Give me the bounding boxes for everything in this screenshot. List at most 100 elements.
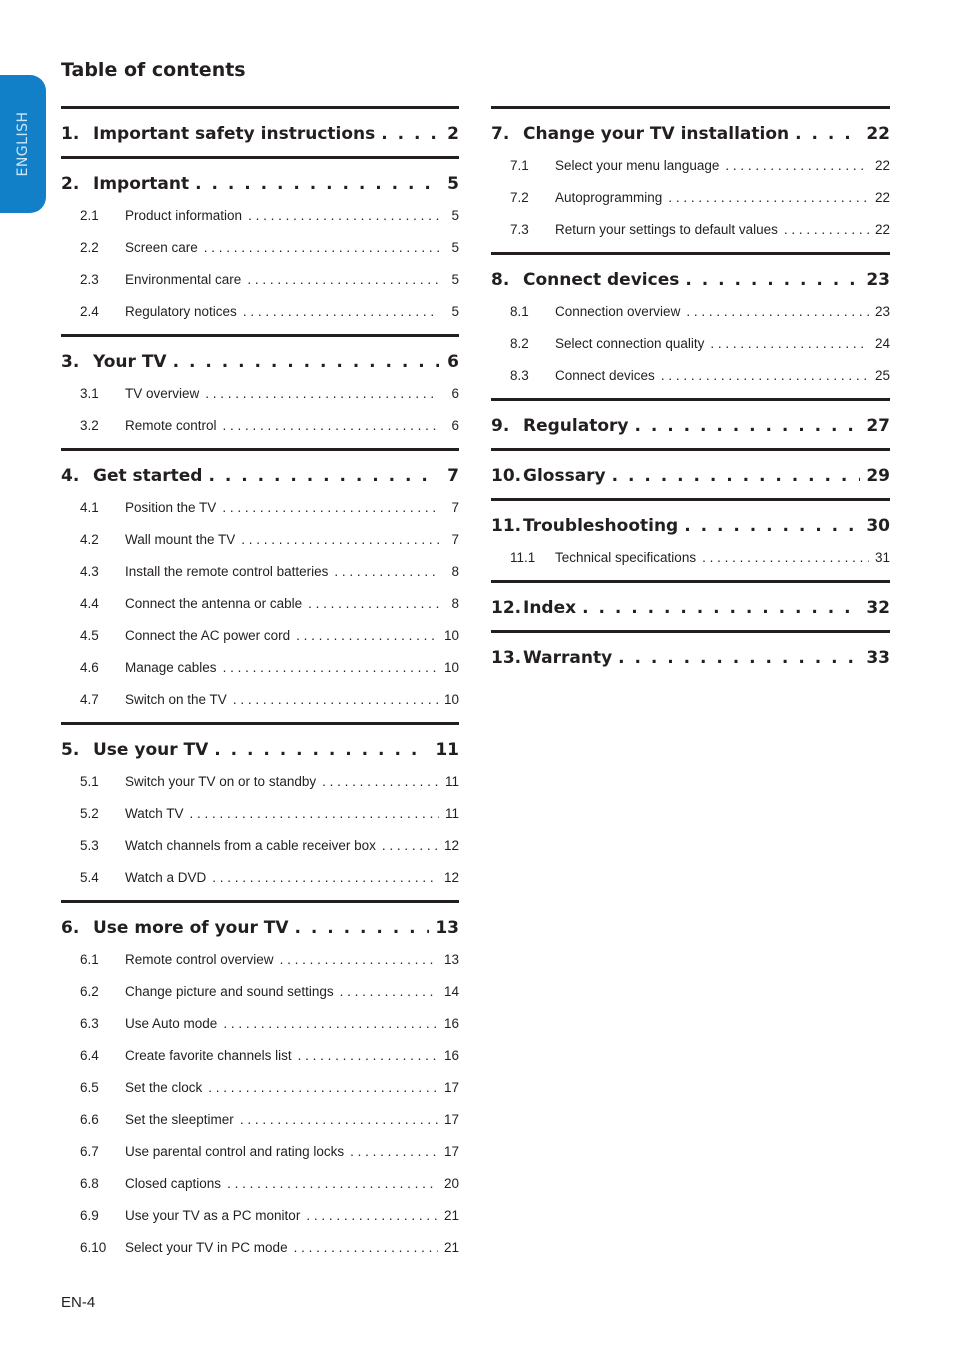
toc-chapter[interactable]: 1. Important safety instructions 2 [61, 118, 459, 150]
toc-subsection[interactable]: 5.3 Watch channels from a cable receiver … [61, 830, 459, 862]
toc-subsection[interactable]: 5.1 Switch your TV on or to standby 11 [61, 766, 459, 798]
toc-subsection[interactable]: 7.1 Select your menu language 22 [491, 150, 890, 182]
dot-leader [684, 510, 860, 542]
toc-subsection-title: Change picture and sound settings [125, 984, 334, 999]
toc-chapter[interactable]: 13.Warranty 33 [491, 642, 890, 674]
toc-subsection[interactable]: 2.1 Product information 5 [61, 200, 459, 232]
dot-leader [661, 360, 869, 392]
toc-subsection[interactable]: 6.10 Select your TV in PC mode 21 [61, 1232, 459, 1264]
toc-subsection-number: 6.10 [80, 1240, 107, 1255]
toc-subsection-number: 6.7 [80, 1144, 99, 1159]
toc-section: 3. Your TV 6 3.1 TV overview 6 3.2 Remote contr… [61, 334, 459, 448]
toc-subsection-title: Screen care [125, 240, 198, 255]
dot-leader [340, 976, 438, 1008]
toc-subsection-title: Remote control [125, 418, 217, 433]
toc-section: 10.Glossary 29 [491, 448, 890, 498]
toc-subsection-page: 21 [443, 1240, 459, 1255]
toc-subsection-number: 6.3 [80, 1016, 99, 1031]
toc-subsection[interactable]: 6.2 Change picture and sound settings 14 [61, 976, 459, 1008]
toc-subsection[interactable]: 4.3 Install the remote control batteries 8 [61, 556, 459, 588]
toc-chapter[interactable]: 2. Important 5 [61, 168, 459, 200]
toc-subsection-number: 5.1 [80, 774, 99, 789]
dot-leader [702, 542, 869, 574]
toc-subsection[interactable]: 6.8 Closed captions 20 [61, 1168, 459, 1200]
dot-leader [308, 588, 439, 620]
toc-subsection[interactable]: 4.7 Switch on the TV 10 [61, 684, 459, 716]
toc-subsection[interactable]: 3.2 Remote control 6 [61, 410, 459, 442]
dot-leader [212, 862, 438, 894]
toc-subsection[interactable]: 6.4 Create favorite channels list 16 [61, 1040, 459, 1072]
toc-chapter-title: Your TV [93, 352, 167, 372]
toc-chapter[interactable]: 11.Troubleshooting 30 [491, 510, 890, 542]
toc-subsection[interactable]: 6.6 Set the sleeptimer 17 [61, 1104, 459, 1136]
toc-subsection-page: 31 [874, 550, 890, 565]
toc-column-right: 7. Change your TV installation 22 7.1 Select… [491, 106, 890, 680]
toc-section: 4. Get started 7 4.1 Position the TV 7 4.2 Wall… [61, 448, 459, 722]
toc-subsection-page: 17 [443, 1080, 459, 1095]
toc-subsection[interactable]: 5.4 Watch a DVD 12 [61, 862, 459, 894]
toc-subsection-title: Use Auto mode [125, 1016, 218, 1031]
toc-chapter[interactable]: 4. Get started 7 [61, 460, 459, 492]
toc-subsection-title: Position the TV [125, 500, 217, 515]
toc-subsection[interactable]: 4.5 Connect the AC power cord 10 [61, 620, 459, 652]
toc-subsection[interactable]: 5.2 Watch TV 11 [61, 798, 459, 830]
toc-subsection[interactable]: 4.2 Wall mount the TV 7 [61, 524, 459, 556]
toc-subsection-page: 8 [451, 596, 459, 611]
dot-leader [306, 1200, 438, 1232]
toc-chapter[interactable]: 12.Index 32 [491, 592, 890, 624]
toc-chapter[interactable]: 10.Glossary 29 [491, 460, 890, 492]
toc-subsection[interactable]: 3.1 TV overview 6 [61, 378, 459, 410]
toc-section: 8. Connect devices 23 8.1 Connection overvie… [491, 252, 890, 398]
toc-subsection-page: 14 [443, 984, 459, 999]
toc-subsection[interactable]: 8.2 Select connection quality 24 [491, 328, 890, 360]
toc-chapter[interactable]: 3. Your TV 6 [61, 346, 459, 378]
toc-section: 11.Troubleshooting 30 11.1 Technical specif… [491, 498, 890, 580]
toc-subsection-title: Watch TV [125, 806, 184, 821]
toc-subsection[interactable]: 2.4 Regulatory notices 5 [61, 296, 459, 328]
toc-chapter-page: 29 [866, 466, 890, 486]
toc-section: 6. Use more of your TV 13 6.1 Remote control… [61, 900, 459, 1270]
toc-subsection-page: 12 [443, 870, 459, 885]
toc-subsection[interactable]: 8.3 Connect devices 25 [491, 360, 890, 392]
toc-subsection-page: 20 [443, 1176, 459, 1191]
toc-subsection[interactable]: 2.3 Environmental care 5 [61, 264, 459, 296]
toc-chapter-number: 9. [491, 416, 510, 436]
toc-subsection[interactable]: 6.5 Set the clock 17 [61, 1072, 459, 1104]
toc-chapter-page: 6 [447, 352, 459, 372]
dot-leader [227, 1168, 438, 1200]
toc-subsection[interactable]: 4.4 Connect the antenna or cable 8 [61, 588, 459, 620]
toc-subsection[interactable]: 7.3 Return your settings to default value… [491, 214, 890, 246]
toc-subsection[interactable]: 8.1 Connection overview 23 [491, 296, 890, 328]
toc-chapter-title: Regulatory [523, 416, 629, 436]
toc-chapter-page: 7 [447, 466, 459, 486]
toc-chapter[interactable]: 6. Use more of your TV 13 [61, 912, 459, 944]
toc-subsection-number: 4.3 [80, 564, 99, 579]
dot-leader [190, 798, 439, 830]
toc-subsection[interactable]: 6.3 Use Auto mode 16 [61, 1008, 459, 1040]
page-number: EN-4 [61, 1294, 96, 1311]
toc-chapter[interactable]: 8. Connect devices 23 [491, 264, 890, 296]
toc-chapter-number: 3. [61, 352, 80, 372]
toc-subsection-title: Select connection quality [555, 336, 705, 351]
toc-subsection[interactable]: 6.1 Remote control overview 13 [61, 944, 459, 976]
toc-subsection-page: 16 [443, 1048, 459, 1063]
dot-leader [322, 766, 439, 798]
toc-chapter[interactable]: 9. Regulatory 27 [491, 410, 890, 442]
toc-chapter-title: Connect devices [523, 270, 680, 290]
toc-subsection[interactable]: 4.1 Position the TV 7 [61, 492, 459, 524]
toc-subsection[interactable]: 6.9 Use your TV as a PC monitor 21 [61, 1200, 459, 1232]
toc-chapter[interactable]: 7. Change your TV installation 22 [491, 118, 890, 150]
dot-leader [784, 214, 869, 246]
toc-subsection[interactable]: 2.2 Screen care 5 [61, 232, 459, 264]
dot-leader [350, 1136, 438, 1168]
toc-subsection[interactable]: 6.7 Use parental control and rating locks… [61, 1136, 459, 1168]
toc-subsection-number: 4.5 [80, 628, 99, 643]
toc-subsection[interactable]: 11.1 Technical specifications 31 [491, 542, 890, 574]
toc-section: 7. Change your TV installation 22 7.1 Select… [491, 106, 890, 252]
language-tab: ENGLISH [0, 75, 46, 213]
toc-chapter[interactable]: 5. Use your TV 11 [61, 734, 459, 766]
toc-subsection[interactable]: 4.6 Manage cables 10 [61, 652, 459, 684]
toc-chapter-page: 32 [866, 598, 890, 618]
toc-subsection-number: 8.1 [510, 304, 529, 319]
toc-subsection[interactable]: 7.2 Autoprogramming 22 [491, 182, 890, 214]
